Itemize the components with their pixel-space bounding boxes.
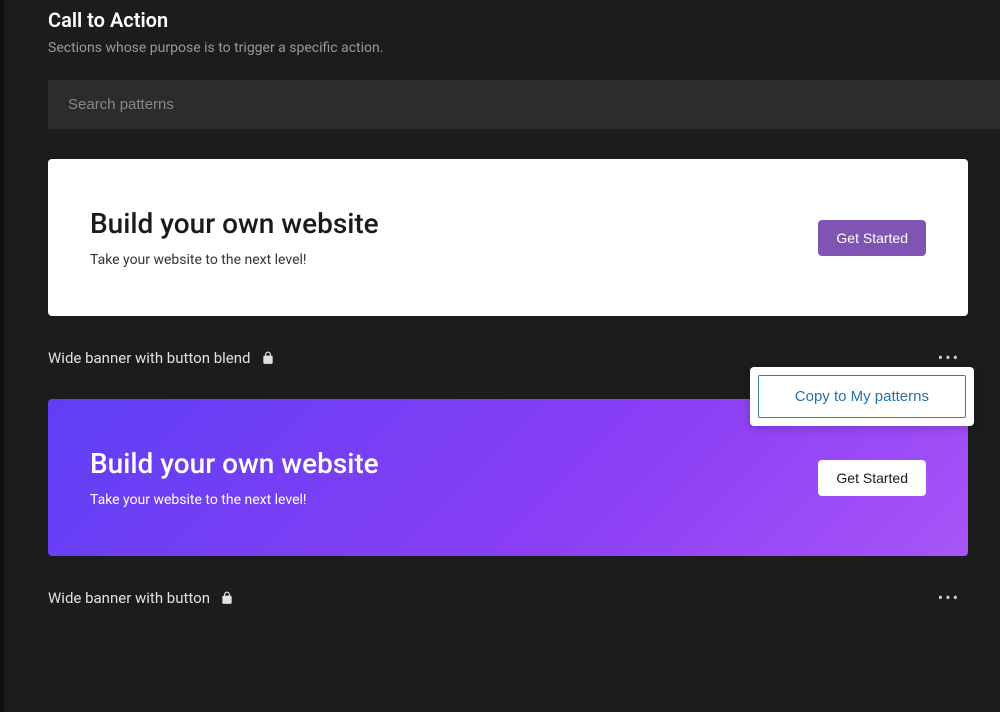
preview-title: Build your own website bbox=[90, 447, 379, 480]
copy-to-my-patterns-button[interactable]: Copy to My patterns bbox=[758, 375, 966, 418]
lock-icon bbox=[220, 591, 234, 605]
more-options-button[interactable]: ••• bbox=[930, 584, 968, 611]
preview-subtitle: Take your website to the next level! bbox=[90, 492, 379, 508]
lock-icon bbox=[261, 351, 275, 365]
preview-title: Build your own website bbox=[90, 207, 379, 240]
preview-subtitle: Take your website to the next level! bbox=[90, 252, 379, 268]
page-subtitle: Sections whose purpose is to trigger a s… bbox=[48, 40, 1000, 56]
pattern-name: Wide banner with button blend bbox=[48, 349, 251, 367]
get-started-button[interactable]: Get Started bbox=[818, 460, 926, 496]
left-edge-bar bbox=[0, 0, 4, 712]
pattern-name: Wide banner with button bbox=[48, 589, 210, 607]
search-input[interactable] bbox=[48, 80, 1000, 129]
pattern-preview-wide-banner-blend[interactable]: Build your own website Take your website… bbox=[48, 159, 968, 316]
options-popover: Copy to My patterns bbox=[750, 367, 974, 426]
page-title: Call to Action bbox=[48, 8, 1000, 32]
pattern-label-row: Wide banner with button ••• bbox=[48, 584, 968, 611]
get-started-button[interactable]: Get Started bbox=[818, 220, 926, 256]
